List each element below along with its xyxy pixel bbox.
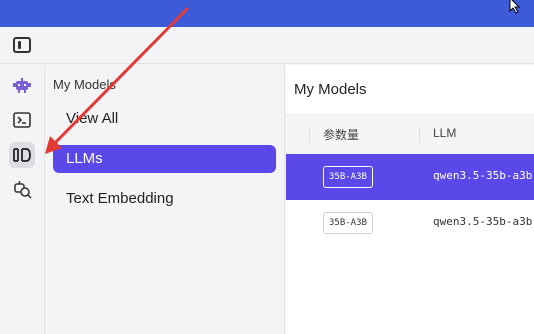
models-category-panel: My Models View All LLMs Text Embedding bbox=[45, 65, 285, 334]
column-header-llm[interactable]: LLM bbox=[433, 126, 456, 140]
column-header-params[interactable]: 参数量 bbox=[323, 126, 359, 143]
model-search-icon bbox=[14, 181, 32, 199]
rail-item-robot[interactable] bbox=[9, 73, 35, 99]
menu-item-text-embedding[interactable]: Text Embedding bbox=[53, 185, 276, 213]
table-row[interactable]: 35B-A3B qwen3.5-35b-a3b bbox=[286, 200, 534, 246]
rail-item-models[interactable] bbox=[9, 142, 35, 168]
window-titlebar bbox=[0, 0, 534, 27]
param-size-badge: 35B-A3B bbox=[323, 166, 373, 188]
table-header: 参数量 LLM bbox=[286, 114, 534, 154]
rail-item-terminal[interactable] bbox=[9, 107, 35, 133]
toolbar bbox=[0, 27, 534, 64]
sidebar-toggle-icon[interactable] bbox=[13, 37, 31, 53]
column-separator bbox=[419, 127, 420, 143]
model-name: qwen3.5-35b-a3b bbox=[433, 215, 533, 228]
table-row[interactable]: 35B-A3B qwen3.5-35b-a3b bbox=[286, 154, 534, 200]
robot-icon bbox=[13, 78, 31, 93]
icon-rail bbox=[0, 65, 45, 334]
mouse-cursor-icon bbox=[509, 0, 521, 14]
param-size-badge: 35B-A3B bbox=[323, 212, 373, 234]
menu-item-llms[interactable]: LLMs bbox=[53, 145, 276, 173]
rail-item-search[interactable] bbox=[9, 176, 35, 202]
models-library-icon bbox=[13, 148, 31, 162]
page-title: My Models bbox=[294, 81, 367, 98]
model-name: qwen3.5-35b-a3b bbox=[433, 169, 533, 182]
terminal-icon bbox=[13, 112, 31, 128]
column-separator bbox=[309, 127, 310, 143]
main-content: My Models 参数量 LLM 35B-A3B qwen3.5-35b-a3… bbox=[286, 65, 534, 334]
menu-item-view-all[interactable]: View All bbox=[53, 105, 276, 133]
panel-title: My Models bbox=[53, 77, 116, 92]
